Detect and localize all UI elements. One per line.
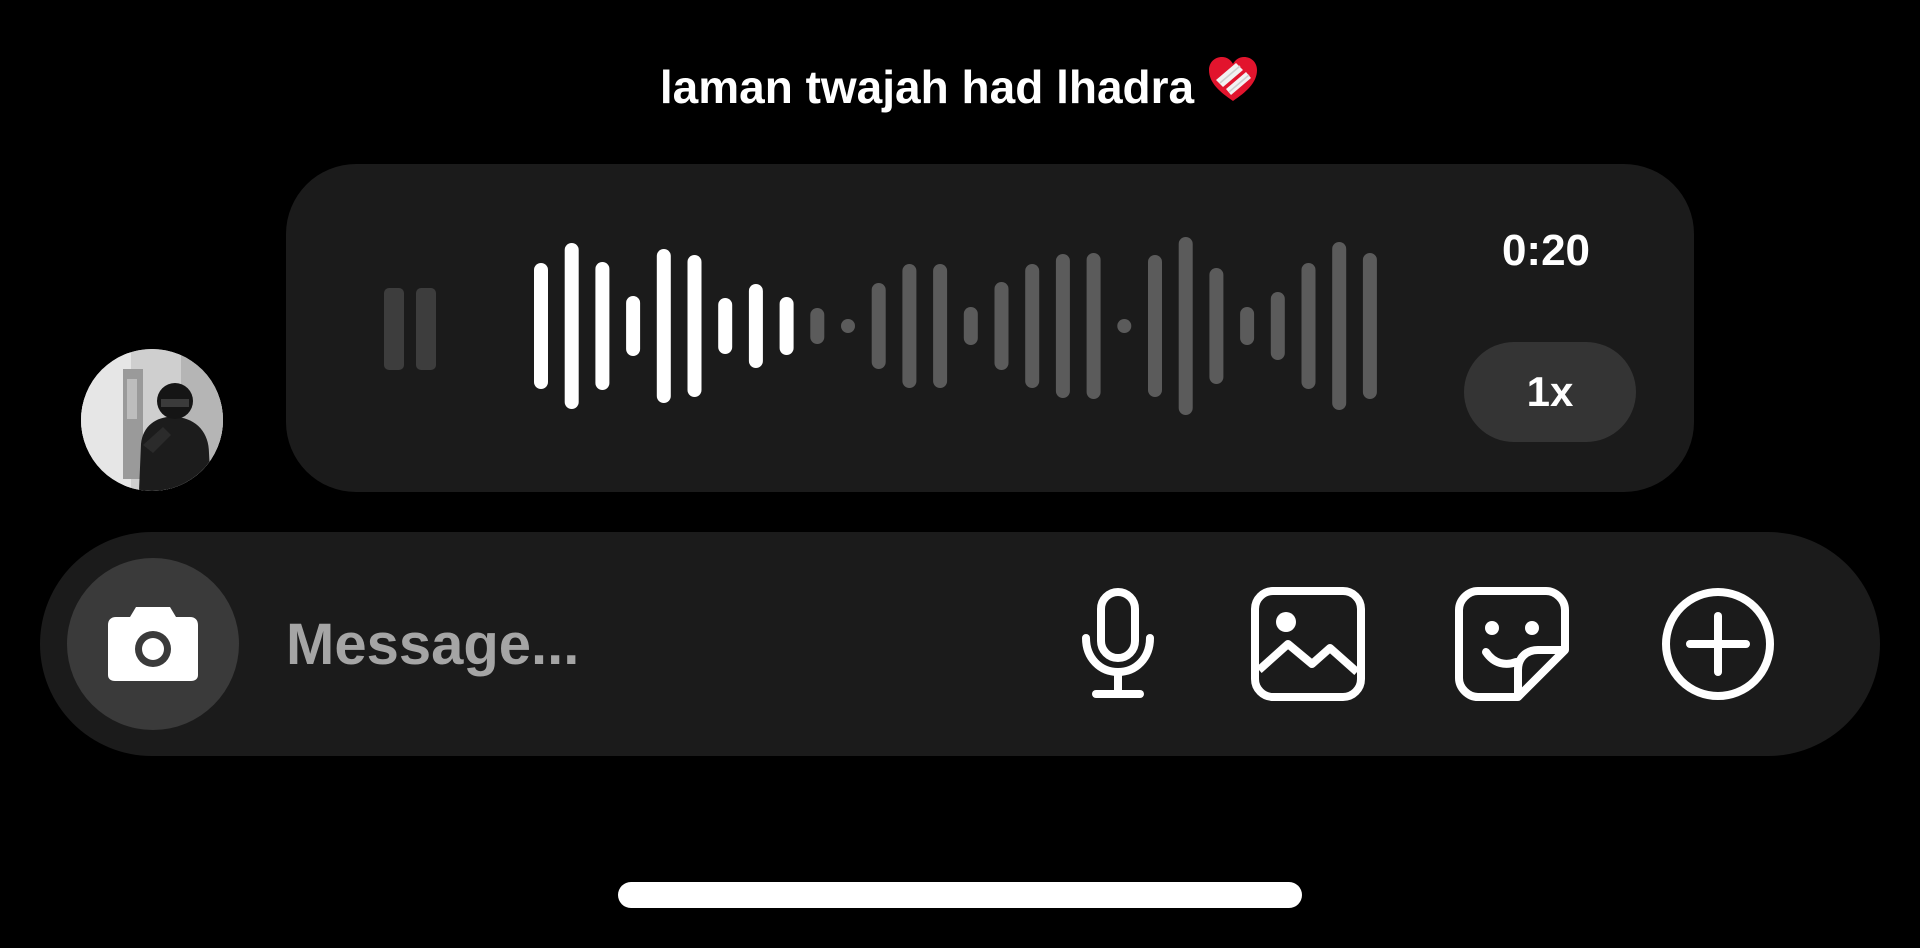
caption: laman twajah had lhadra [0, 56, 1920, 119]
camera-icon [108, 607, 198, 681]
waveform-bar [1301, 263, 1316, 389]
camera-button[interactable] [67, 558, 239, 730]
voice-duration: 0:20 [1501, 226, 1591, 275]
voice-waveform[interactable] [286, 164, 1694, 492]
waveform-bar [534, 263, 548, 389]
waveform-bar [687, 255, 702, 397]
waveform-bar [1332, 242, 1347, 410]
waveform-bar [1362, 253, 1377, 399]
waveform-bar [1117, 319, 1132, 333]
waveform-bar [1086, 253, 1101, 399]
message-composer [40, 532, 1880, 756]
message-input[interactable] [286, 602, 886, 686]
waveform-bar [871, 283, 886, 369]
playback-speed-button[interactable]: 1x [1464, 342, 1636, 442]
waveform-bar [1025, 264, 1040, 388]
waveform-bar [779, 297, 794, 355]
caption-text: laman twajah had lhadra [659, 61, 1195, 113]
voice-message-bubble[interactable]: 0:20 1x [286, 164, 1694, 492]
waveform-bar [1240, 307, 1255, 345]
microphone-button[interactable] [1060, 586, 1176, 702]
waveform-bar [902, 264, 917, 388]
gallery-button[interactable] [1250, 586, 1366, 702]
waveform-bar [595, 262, 610, 390]
plus-circle-icon [1662, 588, 1774, 700]
image-gallery-icon [1251, 587, 1365, 701]
sticker-button[interactable] [1454, 586, 1570, 702]
waveform-bar [841, 319, 855, 333]
waveform-bar [1270, 292, 1285, 360]
waveform-bar [626, 296, 641, 356]
sender-avatar[interactable] [81, 349, 223, 491]
waveform-bar [1055, 254, 1070, 398]
waveform-bar [963, 307, 978, 345]
chat-screen: laman twajah had lhadra 0:20 1x Message.… [0, 0, 1920, 948]
microphone-icon [1082, 588, 1154, 698]
waveform-bar [718, 298, 733, 354]
waveform-bar [933, 264, 948, 388]
waveform-bar [1148, 255, 1162, 397]
waveform-bar [1178, 237, 1193, 415]
waveform-bar [1209, 268, 1224, 384]
waveform-bar [810, 308, 825, 344]
waveform-bar [656, 249, 671, 403]
home-indicator[interactable] [618, 882, 1302, 908]
mending-heart-icon [1206, 54, 1260, 119]
sticker-icon [1455, 587, 1569, 701]
waveform-bar [994, 282, 1009, 370]
more-button[interactable] [1660, 586, 1776, 702]
waveform-bar [748, 284, 763, 368]
waveform-bar [564, 243, 579, 409]
